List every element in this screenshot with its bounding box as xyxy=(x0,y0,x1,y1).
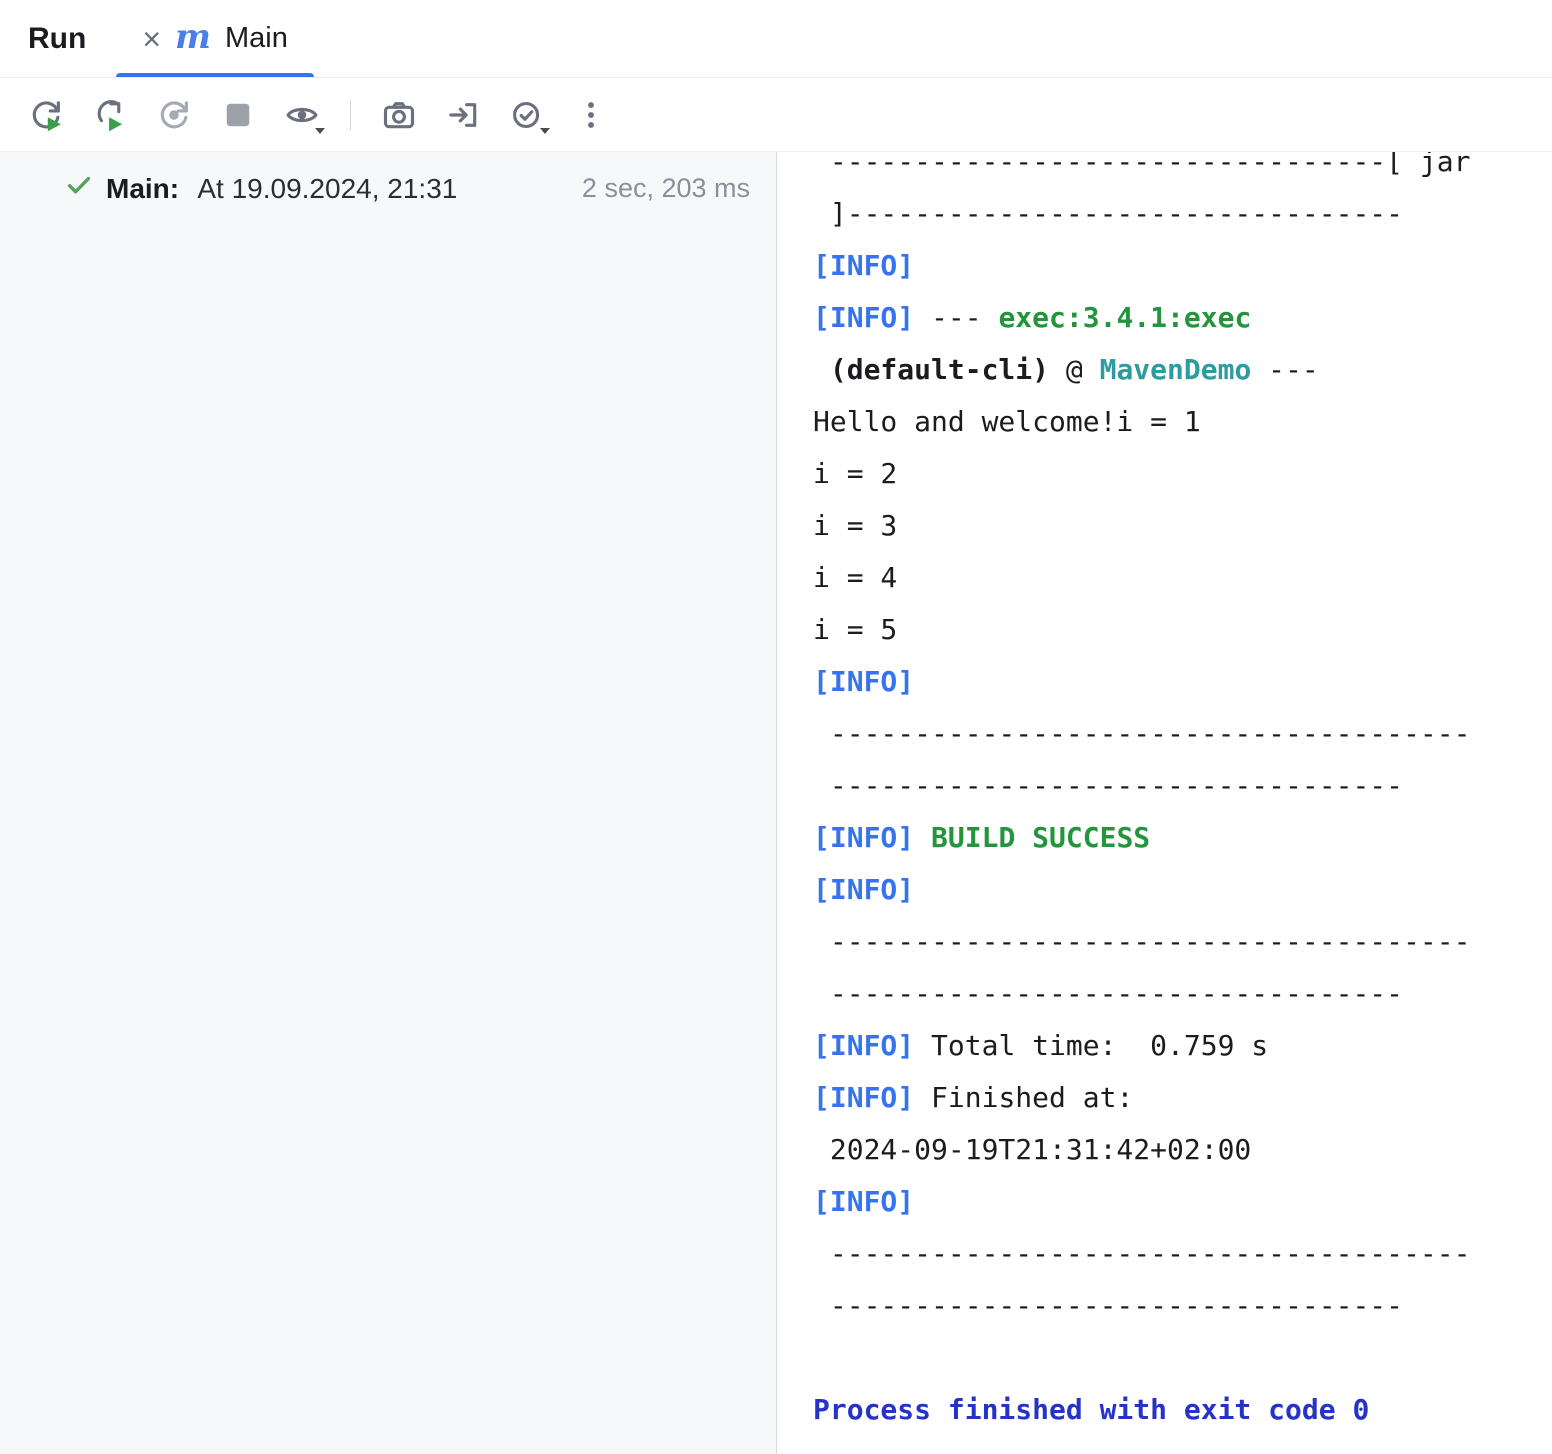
console-line: [INFO] xyxy=(813,1176,1552,1228)
console-text-segment: ]--------------------------------- xyxy=(813,197,1403,230)
console-line xyxy=(813,1332,1552,1384)
console-line: -------------------------------------- xyxy=(813,916,1552,968)
console-line: Hello and welcome!i = 1 xyxy=(813,396,1552,448)
console-text-segment: -------------------------------------- xyxy=(813,925,1470,958)
import-result-icon[interactable] xyxy=(439,91,487,139)
console-text-segment: exec:3.4.1:exec xyxy=(998,301,1251,334)
console-text-segment: Process finished with exit code 0 xyxy=(813,1393,1369,1426)
console-text-segment: -------------------------------------- xyxy=(813,1237,1470,1270)
console-line: i = 5 xyxy=(813,604,1552,656)
console-text-segment: Finished at: xyxy=(914,1081,1133,1114)
tab-label: Main xyxy=(225,22,288,55)
console-text-segment: [INFO] xyxy=(813,301,914,334)
run-toolbar xyxy=(0,78,1552,152)
console-line: ---------------------------------- xyxy=(813,760,1552,812)
console-line: ---------------------------------- xyxy=(813,968,1552,1020)
thread-dump-icon[interactable] xyxy=(375,91,423,139)
console-content: ---------------------------------[ jar ]… xyxy=(813,152,1552,1436)
console-output[interactable]: ---------------------------------[ jar ]… xyxy=(777,152,1552,1454)
test-history-icon[interactable] xyxy=(503,91,551,139)
active-tab-indicator xyxy=(116,73,314,77)
console-text-segment: Hello and welcome!i = 1 xyxy=(813,405,1201,438)
console-text-segment: [INFO] xyxy=(813,873,914,906)
console-line: (default-cli) @ MavenDemo --- xyxy=(813,344,1552,396)
console-text-segment: 2024-09-19T21:31:42+02:00 xyxy=(813,1133,1251,1166)
console-line: [INFO] Total time: 0.759 s xyxy=(813,1020,1552,1072)
console-line: [INFO] --- exec:3.4.1:exec xyxy=(813,292,1552,344)
console-line: -------------------------------------- xyxy=(813,708,1552,760)
run-item-duration: 2 sec, 203 ms xyxy=(582,173,750,204)
toolbar-separator xyxy=(350,100,351,130)
console-text-segment: [INFO] xyxy=(813,249,914,282)
console-line: ---------------------------------- xyxy=(813,1280,1552,1332)
maven-icon: m xyxy=(175,20,211,58)
console-text-segment: i = 4 xyxy=(813,561,897,594)
tab-close-icon[interactable]: × xyxy=(142,23,161,55)
console-line: ]--------------------------------- xyxy=(813,188,1552,240)
console-text-segment: [INFO] xyxy=(813,821,914,854)
console-line: Process finished with exit code 0 xyxy=(813,1384,1552,1436)
console-text-segment: -------------------------------------- xyxy=(813,717,1470,750)
console-text-segment: --- xyxy=(914,301,998,334)
console-text-segment: Total time: 0.759 s xyxy=(914,1029,1268,1062)
console-line: [INFO] xyxy=(813,864,1552,916)
console-text-segment: BUILD SUCCESS xyxy=(931,821,1150,854)
rerun-icon[interactable] xyxy=(22,91,70,139)
console-text-segment: [INFO] xyxy=(813,1185,914,1218)
stop-icon[interactable] xyxy=(214,91,262,139)
console-text-segment: ---------------------------------[ jar xyxy=(813,152,1470,178)
run-item-name: Main: xyxy=(106,173,179,205)
console-text-segment xyxy=(914,821,931,854)
console-text-segment: MavenDemo xyxy=(1100,353,1252,386)
console-text-segment: (default-cli) xyxy=(830,353,1049,386)
more-options-icon[interactable] xyxy=(567,91,615,139)
console-text-segment: ---------------------------------- xyxy=(813,977,1403,1010)
success-check-icon xyxy=(64,170,94,207)
console-line: i = 2 xyxy=(813,448,1552,500)
run-item-timestamp: At 19.09.2024, 21:31 xyxy=(191,173,457,205)
toolwindow-title: Run xyxy=(0,0,114,77)
restart-icon[interactable] xyxy=(150,91,198,139)
console-text-segment: ---------------------------------- xyxy=(813,1289,1403,1322)
tab-main[interactable]: × m Main xyxy=(114,0,316,77)
console-line: [INFO] xyxy=(813,240,1552,292)
console-line: [INFO] xyxy=(813,656,1552,708)
rerun-debug-icon[interactable] xyxy=(86,91,134,139)
console-text-segment xyxy=(813,353,830,386)
console-line: -------------------------------------- xyxy=(813,1228,1552,1280)
run-toolwindow-header: Run × m Main xyxy=(0,0,1552,78)
console-text-segment: i = 2 xyxy=(813,457,897,490)
console-text-segment: i = 5 xyxy=(813,613,897,646)
console-text-segment: [INFO] xyxy=(813,1029,914,1062)
console-line: i = 3 xyxy=(813,500,1552,552)
console-text-segment: --- xyxy=(1251,353,1318,386)
console-line: ---------------------------------[ jar xyxy=(813,152,1552,188)
console-line: [INFO] Finished at: xyxy=(813,1072,1552,1124)
console-line: i = 4 xyxy=(813,552,1552,604)
preview-options-icon[interactable] xyxy=(278,91,326,139)
console-text-segment: i = 3 xyxy=(813,509,897,542)
console-text-segment: [INFO] xyxy=(813,1081,914,1114)
run-history-panel: Main: At 19.09.2024, 21:31 2 sec, 203 ms xyxy=(0,152,776,1454)
console-line: 2024-09-19T21:31:42+02:00 xyxy=(813,1124,1552,1176)
console-text-segment: [INFO] xyxy=(813,665,914,698)
run-toolwindow-body: Main: At 19.09.2024, 21:31 2 sec, 203 ms… xyxy=(0,152,1552,1454)
run-list-item[interactable]: Main: At 19.09.2024, 21:31 2 sec, 203 ms xyxy=(0,152,776,207)
console-text-segment: @ xyxy=(1049,353,1100,386)
console-text-segment: ---------------------------------- xyxy=(813,769,1403,802)
console-line: [INFO] BUILD SUCCESS xyxy=(813,812,1552,864)
